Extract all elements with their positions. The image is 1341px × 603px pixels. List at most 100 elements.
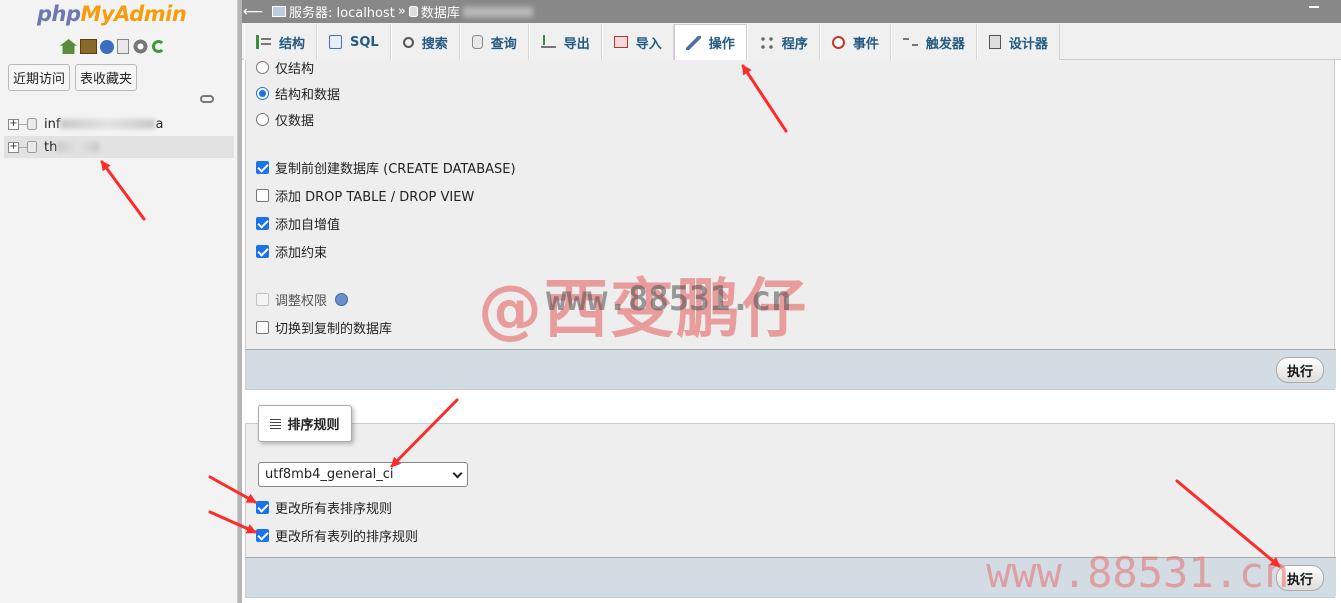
collation-select[interactable]: utf8mb4_general_ci bbox=[258, 462, 468, 487]
expand-plus-icon[interactable]: + bbox=[8, 118, 19, 130]
info-icon[interactable] bbox=[335, 293, 349, 306]
tab-import[interactable]: 导入 bbox=[601, 24, 674, 60]
checkbox-change-all-columns-collation[interactable]: 更改所有表列的排序规则 bbox=[256, 526, 418, 545]
logout-icon[interactable] bbox=[80, 39, 97, 54]
tab-label: 搜索 bbox=[421, 36, 448, 52]
checkbox[interactable] bbox=[256, 501, 269, 514]
documentation-icon[interactable] bbox=[117, 39, 129, 54]
phpmyadmin-logo[interactable]: phpMyAdmin bbox=[37, 2, 187, 26]
collation-selected-value: utf8mb4_general_ci bbox=[265, 467, 394, 482]
tab-export[interactable]: 导出 bbox=[528, 24, 602, 60]
redacted-text bbox=[60, 119, 156, 129]
checkbox-disabled bbox=[256, 293, 269, 306]
copy-db-go-button[interactable]: 执行 bbox=[1276, 357, 1324, 383]
database-icon bbox=[27, 141, 37, 153]
tree-line bbox=[19, 146, 27, 148]
tab-label: 导入 bbox=[635, 36, 662, 52]
redacted-text bbox=[462, 6, 533, 17]
checkbox[interactable] bbox=[256, 161, 269, 174]
tab-designer[interactable]: 设计器 bbox=[976, 24, 1060, 60]
radio-data-only[interactable]: 仅数据 bbox=[256, 110, 314, 129]
collapse-nav-arrow-icon[interactable]: ⟵ bbox=[242, 4, 264, 20]
import-icon bbox=[613, 36, 628, 48]
home-icon[interactable] bbox=[60, 39, 77, 54]
checkbox[interactable] bbox=[256, 529, 269, 542]
db-item-information-schema[interactable]: + inf a bbox=[4, 113, 234, 135]
db-item-selected[interactable]: + th bbox=[4, 136, 234, 158]
tab-search[interactable]: 搜索 bbox=[390, 24, 460, 60]
tab-operations[interactable]: 操作 bbox=[673, 24, 747, 61]
help-icon[interactable] bbox=[100, 40, 114, 54]
tab-events[interactable]: 事件 bbox=[819, 24, 891, 60]
clock-icon bbox=[831, 35, 845, 49]
legend-title: 排序规则 bbox=[287, 418, 340, 433]
database-icon bbox=[408, 6, 418, 17]
radio-label: 结构和数据 bbox=[275, 88, 341, 103]
breadcrumb-separator: » bbox=[397, 4, 406, 19]
checkbox-label: 切换到复制的数据库 bbox=[275, 322, 393, 337]
radio-structure-and-data[interactable]: 结构和数据 bbox=[256, 84, 340, 103]
tab-label: 事件 bbox=[852, 36, 879, 52]
tab-label: 程序 bbox=[781, 36, 808, 52]
chevron-down-icon bbox=[452, 468, 463, 479]
breadcrumb-bar: ⟵ 服务器: localhost » 数据库 bbox=[242, 0, 1341, 23]
checkbox-label: 添加 DROP TABLE / DROP VIEW bbox=[275, 190, 475, 205]
checkbox[interactable] bbox=[256, 189, 269, 202]
db-name-prefix: inf bbox=[44, 116, 61, 132]
structure-icon bbox=[256, 35, 271, 49]
collapse-top-icon[interactable] bbox=[1309, 6, 1319, 12]
server-icon bbox=[272, 6, 286, 17]
top-menu-tabs: 结构 SQL 搜索 查询 导出 导入 操作 程序 事件 触发器 设计器 bbox=[242, 23, 1341, 61]
tab-label: 导出 bbox=[563, 36, 590, 52]
radio-label: 仅数据 bbox=[275, 114, 315, 129]
tab-sql[interactable]: SQL bbox=[317, 24, 391, 60]
radio-button[interactable] bbox=[256, 61, 269, 74]
tab-query[interactable]: 查询 bbox=[459, 24, 529, 60]
checkbox-label: 复制前创建数据库 (CREATE DATABASE) bbox=[275, 162, 516, 177]
recent-tables-button[interactable]: 近期访问 bbox=[8, 64, 71, 91]
db-name-suffix: a bbox=[155, 116, 164, 132]
redacted-text bbox=[57, 142, 100, 152]
checkbox-drop-table[interactable]: 添加 DROP TABLE / DROP VIEW bbox=[256, 186, 474, 205]
checkbox[interactable] bbox=[256, 217, 269, 230]
expand-plus-icon[interactable]: + bbox=[8, 141, 19, 153]
watermark-url: www.88531.cn bbox=[546, 279, 792, 319]
breadcrumb-database[interactable]: 数据库 bbox=[421, 2, 460, 21]
breadcrumb-server[interactable]: 服务器: localhost bbox=[289, 2, 395, 21]
checkbox-change-all-tables-collation[interactable]: 更改所有表排序规则 bbox=[256, 498, 392, 517]
query-icon bbox=[471, 35, 483, 49]
tab-label: 设计器 bbox=[1008, 36, 1048, 52]
radio-structure-only[interactable]: 仅结构 bbox=[256, 58, 314, 77]
tab-label: 操作 bbox=[708, 37, 735, 52]
tab-label: 触发器 bbox=[925, 36, 965, 52]
reload-icon[interactable] bbox=[152, 40, 165, 53]
favorite-tables-button[interactable]: 表收藏夹 bbox=[75, 64, 138, 91]
database-icon bbox=[27, 118, 37, 130]
settings-gear-icon[interactable] bbox=[132, 39, 149, 54]
list-icon bbox=[270, 418, 282, 429]
tab-structure[interactable]: 结构 bbox=[244, 24, 318, 60]
checkbox-auto-increment[interactable]: 添加自增值 bbox=[256, 214, 340, 233]
nav-buttons: 近期访问 表收藏夹 bbox=[8, 64, 138, 91]
checkbox-constraints[interactable]: 添加约束 bbox=[256, 242, 327, 261]
db-name[interactable]: inf a bbox=[44, 117, 163, 132]
tab-routines[interactable]: 程序 bbox=[746, 24, 820, 60]
watermark-url-bottom: www.88531.cn bbox=[986, 548, 1290, 597]
checkbox-create-database[interactable]: 复制前创建数据库 (CREATE DATABASE) bbox=[256, 158, 516, 177]
db-name[interactable]: th bbox=[44, 140, 100, 155]
search-icon bbox=[402, 36, 414, 48]
checkbox[interactable] bbox=[256, 245, 269, 258]
checkbox-adjust-privileges: 调整权限 bbox=[256, 290, 349, 309]
radio-button[interactable] bbox=[256, 113, 269, 126]
checkbox-label: 添加约束 bbox=[275, 246, 328, 261]
breadcrumb: 服务器: localhost » 数据库 bbox=[272, 2, 533, 21]
link-with-main-panel-icon[interactable] bbox=[200, 95, 214, 103]
radio-button[interactable] bbox=[256, 87, 269, 100]
copy-db-footer: 执行 bbox=[246, 349, 1336, 389]
tab-label: 结构 bbox=[279, 36, 306, 52]
logo-php-text: php bbox=[37, 2, 81, 26]
checkbox-switch-to-copied-db[interactable]: 切换到复制的数据库 bbox=[256, 318, 392, 337]
checkbox[interactable] bbox=[256, 321, 269, 334]
tab-label: 查询 bbox=[490, 36, 517, 52]
tab-triggers[interactable]: 触发器 bbox=[890, 24, 977, 60]
